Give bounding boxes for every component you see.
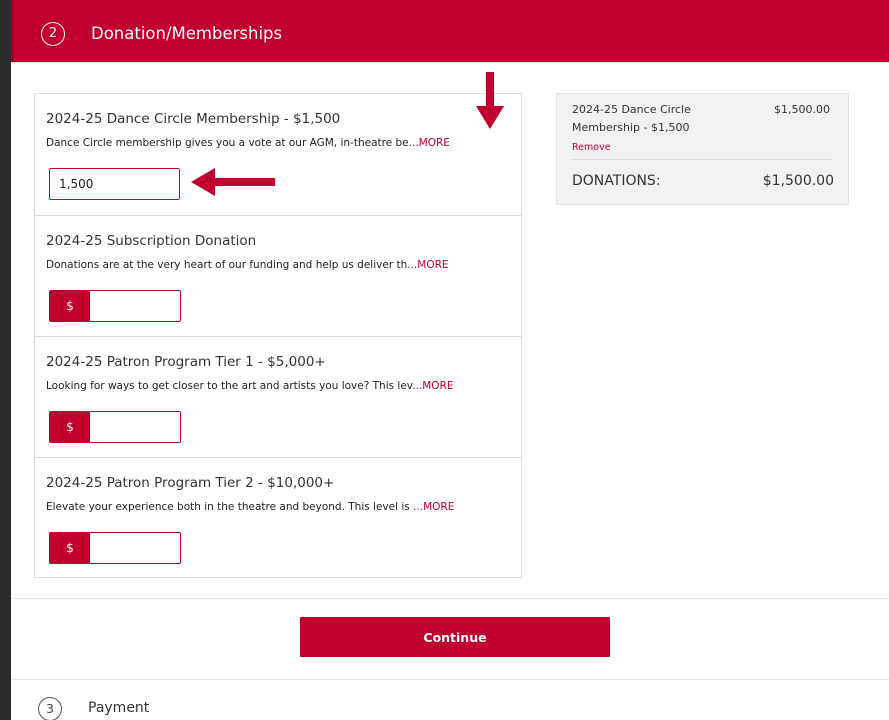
item-description: Looking for ways to get closer to the ar… (46, 380, 454, 392)
remove-link[interactable]: Remove (572, 142, 611, 153)
amount-field[interactable] (90, 533, 180, 563)
summary-total-value: $1,500.00 (762, 173, 834, 189)
more-link[interactable]: ...MORE (409, 137, 450, 149)
arrow-down-icon (476, 72, 504, 129)
continue-button[interactable]: Continue (300, 617, 610, 657)
donation-item-patron-tier-2: 2024-25 Patron Program Tier 2 - $10,000+… (35, 457, 521, 579)
step-2-title: Donation/Memberships (91, 24, 283, 43)
amount-field[interactable] (90, 412, 180, 442)
step-2-number: 2 (41, 22, 65, 46)
donation-item-dance-circle: 2024-25 Dance Circle Membership - $1,500… (35, 94, 521, 215)
donation-item-subscription: 2024-25 Subscription Donation Donations … (35, 215, 521, 337)
section-divider (11, 598, 889, 599)
dollar-prefix: $ (50, 412, 90, 442)
dollar-prefix: $ (50, 291, 90, 321)
arrow-left-icon (191, 168, 275, 196)
order-summary: 2024-25 Dance Circle Membership - $1,500… (556, 93, 849, 205)
more-link[interactable]: ...MORE (412, 380, 453, 392)
donation-items-list: 2024-25 Dance Circle Membership - $1,500… (34, 93, 522, 578)
checkout-page: 2 Donation/Memberships 2024-25 Dance Cir… (11, 0, 889, 720)
dollar-amount-input[interactable]: $ (49, 532, 181, 564)
donation-item-patron-tier-1: 2024-25 Patron Program Tier 1 - $5,000+ … (35, 336, 521, 458)
dollar-prefix: $ (50, 533, 90, 563)
more-link[interactable]: ...MORE (407, 259, 448, 271)
step-2-header[interactable]: 2 Donation/Memberships (11, 0, 889, 62)
item-title: 2024-25 Subscription Donation (46, 233, 257, 249)
item-title: 2024-25 Patron Program Tier 2 - $10,000+ (46, 475, 335, 491)
summary-item-name: 2024-25 Dance Circle Membership - $1,500 (572, 103, 691, 134)
more-link[interactable]: ...MORE (413, 501, 454, 513)
item-title: 2024-25 Patron Program Tier 1 - $5,000+ (46, 354, 326, 370)
amount-input[interactable] (49, 168, 180, 200)
dollar-amount-input[interactable]: $ (49, 411, 181, 443)
item-title: 2024-25 Dance Circle Membership - $1,500 (46, 111, 341, 127)
summary-item-price: $1,500.00 (774, 103, 830, 116)
dollar-amount-input[interactable]: $ (49, 290, 181, 322)
amount-field[interactable] (90, 291, 180, 321)
amount-field[interactable] (50, 169, 179, 199)
header-border (11, 62, 889, 63)
section-divider (11, 679, 889, 680)
item-description: Elevate your experience both in the thea… (46, 501, 455, 513)
step-3-title[interactable]: Payment (88, 700, 149, 716)
item-description: Donations are at the very heart of our f… (46, 259, 449, 271)
item-description: Dance Circle membership gives you a vote… (46, 137, 450, 149)
summary-divider (572, 159, 832, 160)
step-3-number: 3 (38, 697, 62, 720)
summary-total-label: DONATIONS: (572, 173, 661, 189)
